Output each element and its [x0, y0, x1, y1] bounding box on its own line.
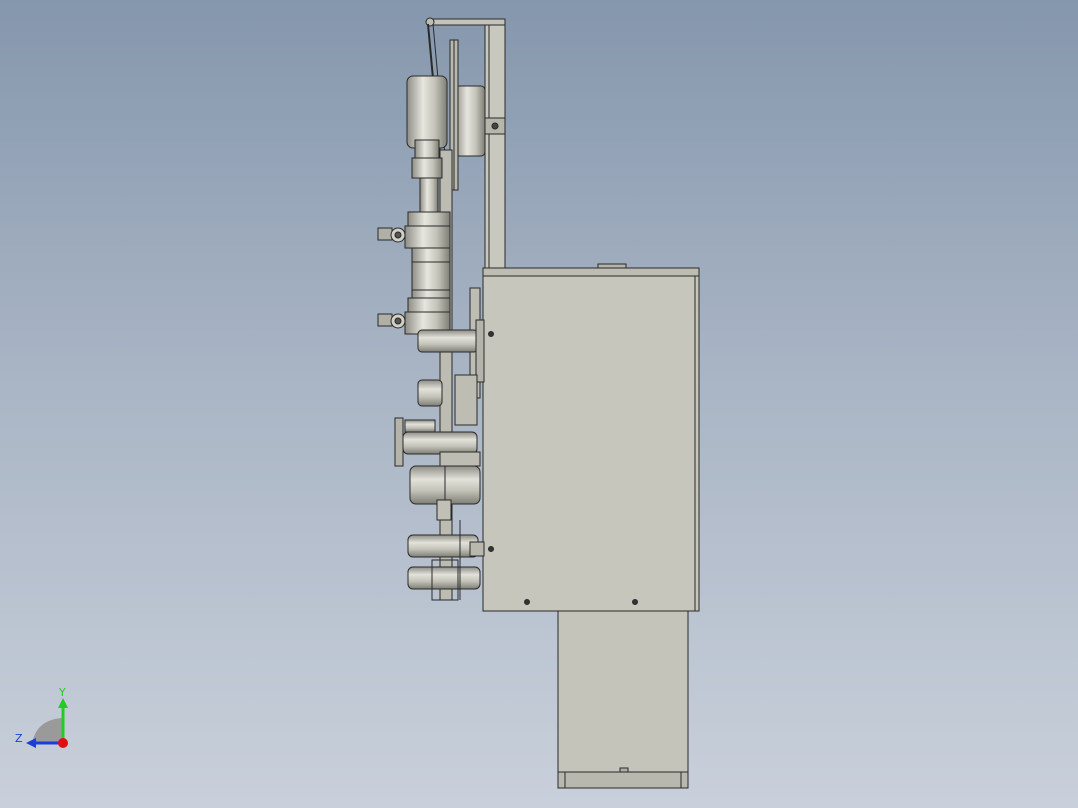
roller — [407, 566, 481, 590]
roller — [417, 379, 443, 407]
cabinet-screw — [632, 599, 638, 605]
cabinet-screw — [488, 331, 494, 337]
fitting-upper — [377, 227, 393, 241]
roller — [417, 329, 479, 353]
cad-viewport[interactable]: Y Z — [0, 0, 1078, 808]
z-axis-label: Z — [15, 732, 23, 745]
z-axis-arrow — [26, 738, 36, 748]
valve-body-upper — [404, 225, 451, 249]
motor-foot — [557, 771, 689, 789]
main-cabinet — [482, 267, 700, 612]
reel-drum — [454, 85, 486, 157]
top-arm — [429, 18, 506, 26]
roller — [402, 431, 478, 455]
fitting-lower — [377, 313, 393, 327]
roller — [407, 534, 479, 558]
reel-hub — [406, 75, 448, 149]
y-axis-label: Y — [58, 686, 66, 699]
axis-triad: Y Z — [15, 686, 68, 748]
y-axis-arrow — [58, 698, 68, 708]
triad-plane — [32, 718, 62, 744]
motor-housing — [557, 609, 689, 789]
valve-body — [411, 247, 451, 301]
cabinet-screw — [524, 599, 530, 605]
flange-disc — [394, 417, 404, 467]
x-axis-dot — [58, 738, 68, 748]
vertical-mast — [484, 21, 506, 269]
cabinet-screw — [488, 546, 494, 552]
cad-model[interactable] — [0, 0, 1078, 808]
